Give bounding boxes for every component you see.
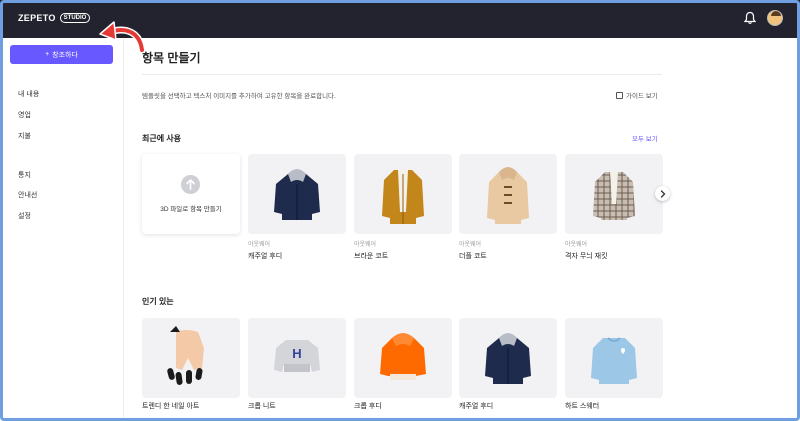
- item-name: 캐주얼 후디: [459, 403, 494, 410]
- section-title-popular: 인기 있는: [142, 297, 174, 306]
- popular-item-card[interactable]: 하트 스웨터: [565, 318, 663, 411]
- divider: [142, 74, 662, 75]
- upload-arrow-icon: [181, 175, 200, 194]
- item-thumbnail: [142, 318, 240, 398]
- zepeto-studio-logo[interactable]: ZEPETO STUDIO: [18, 13, 91, 23]
- item-category: 아웃웨어: [248, 242, 271, 248]
- guide-link-label: 가이드 보기: [626, 93, 658, 100]
- item-category: 아웃웨어: [459, 242, 482, 248]
- recent-item-card[interactable]: 아웃웨어 캐주얼 후디: [248, 154, 346, 261]
- item-thumbnail: [248, 154, 346, 234]
- item-name: 트렌디 한 네일 아트: [142, 403, 200, 410]
- page-title: 항목 만들기: [142, 51, 201, 65]
- sidebar-item-settings[interactable]: 설정: [18, 211, 31, 221]
- annotation-arrow: [99, 21, 146, 54]
- plaid-jacket-image: [593, 172, 635, 220]
- item-category: 아웃웨어: [354, 242, 377, 248]
- item-thumbnail: [459, 318, 557, 398]
- brown-coat-image: [382, 170, 424, 224]
- item-thumbnail: [565, 318, 663, 398]
- chevron-right-icon: [660, 189, 665, 198]
- sidebar-item-sales[interactable]: 영업: [18, 110, 31, 120]
- popular-item-card[interactable]: 트렌디 한 네일 아트: [142, 318, 240, 411]
- upload-card-label: 3D 파일로 항목 만들기: [160, 206, 222, 213]
- duffle-coat-image: [487, 167, 529, 224]
- popular-item-card[interactable]: 캐주얼 후디: [459, 318, 557, 411]
- popular-item-card[interactable]: H 크롭 니트: [248, 318, 346, 411]
- sidebar-item-payment[interactable]: 지불: [18, 131, 31, 141]
- sidebar-item-notifications[interactable]: 통지: [18, 170, 31, 180]
- logo-text: ZEPETO: [18, 13, 56, 23]
- guide-link[interactable]: 가이드 보기: [616, 90, 658, 100]
- page-description: 템플릿을 선택하고 텍스처 이미지를 추가하여 고유한 항목을 완료합니다.: [142, 93, 336, 100]
- item-name: 하트 스웨터: [565, 403, 600, 410]
- item-thumbnail: [354, 318, 452, 398]
- item-name: 크롭 니트: [248, 403, 276, 410]
- bell-icon[interactable]: [743, 11, 757, 25]
- create-button-label: 창조하다: [52, 51, 78, 59]
- logo-badge: STUDIO: [59, 13, 91, 23]
- item-name: 브라운 코트: [354, 253, 389, 260]
- book-icon: [616, 91, 623, 99]
- item-thumbnail: [354, 154, 452, 234]
- hoodie-image: [485, 333, 531, 384]
- sidebar-item-guide[interactable]: 안내선: [18, 190, 37, 200]
- item-thumbnail: [565, 154, 663, 234]
- section-title-recent: 최근에 사용: [142, 134, 182, 143]
- item-thumbnail: H: [248, 318, 346, 398]
- upload-3d-card[interactable]: 3D 파일로 항목 만들기: [142, 154, 240, 234]
- item-name: 크롭 후디: [354, 403, 382, 410]
- recent-item-card[interactable]: 아웃웨어 브라운 코트: [354, 154, 452, 261]
- recent-item-card[interactable]: 아웃웨어 더플 코트: [459, 154, 557, 261]
- heart-sweater-image: [591, 337, 637, 384]
- item-name: 캐주얼 후디: [248, 253, 283, 260]
- carousel-next-button[interactable]: [655, 186, 670, 201]
- item-thumbnail: [459, 154, 557, 234]
- svg-text:H: H: [292, 346, 301, 361]
- see-all-link[interactable]: 모두 보기: [632, 133, 658, 143]
- crop-knit-image: H: [274, 340, 320, 372]
- item-category: 아웃웨어: [565, 242, 588, 248]
- hoodie-image: [274, 169, 320, 220]
- recent-item-card[interactable]: 아웃웨어 격자 무늬 재킷: [565, 154, 663, 261]
- item-name: 격자 무늬 재킷: [565, 253, 608, 260]
- popular-item-card[interactable]: 크롭 후디: [354, 318, 452, 411]
- plus-icon: +: [45, 51, 50, 58]
- item-name: 더플 코트: [459, 253, 487, 260]
- sidebar: + 창조하다 내 내용 영업 지불 통지 안내선 설정: [0, 38, 124, 421]
- user-avatar[interactable]: [767, 10, 783, 26]
- sidebar-item-my-content[interactable]: 내 내용: [18, 89, 39, 99]
- nail-art-hand-image: [167, 326, 204, 385]
- crop-hoodie-image: [380, 333, 426, 380]
